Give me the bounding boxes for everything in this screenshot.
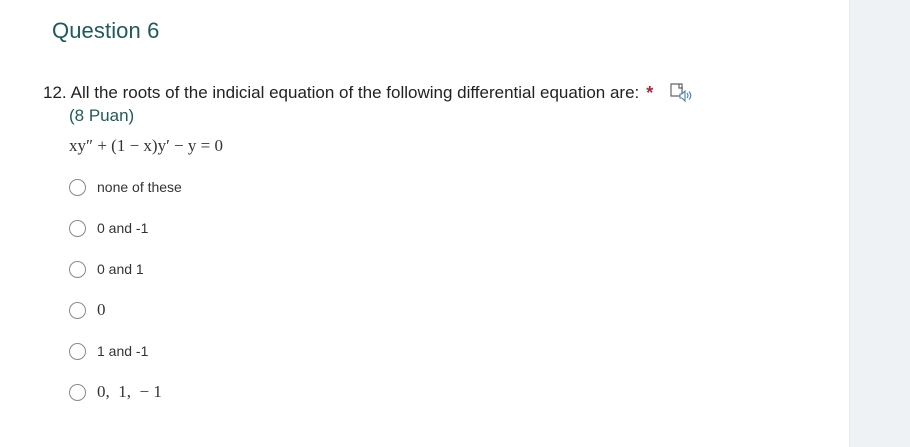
question-text: All the roots of the indicial equation o… [70,83,640,102]
option-label: 0 [97,300,106,319]
option-label: none of these [97,179,182,195]
differential-equation: xy″ + (1 − x)y′ − y = 0 [69,136,223,155]
radio-button[interactable] [69,178,86,196]
radio-button[interactable] [69,219,86,237]
radio-button[interactable] [69,260,86,278]
question-line: 12. All the roots of the indicial equati… [43,82,743,104]
radio-button[interactable] [69,342,86,360]
required-marker: * [646,82,654,103]
option-0-and-minus-1[interactable]: 0 and -1 [69,215,182,241]
section-title: Question 6 [52,18,160,43]
option-label: 0 and 1 [97,261,144,277]
question-points: (8 Puan) [69,106,135,125]
radio-button[interactable] [69,383,86,401]
option-1-and-minus-1[interactable]: 1 and -1 [69,338,182,364]
option-none-of-these[interactable]: none of these [69,174,182,200]
question-block: 12. All the roots of the indicial equati… [43,82,743,126]
radio-button[interactable] [69,301,86,319]
option-label: 0, 1, − 1 [97,382,162,401]
immersive-reader-icon[interactable] [669,82,693,104]
right-side-panel [849,0,910,447]
option-0[interactable]: 0 [69,297,182,323]
answer-options: none of these 0 and -1 0 and 1 0 1 and -… [69,174,182,420]
option-0-1-minus-1[interactable]: 0, 1, − 1 [69,379,182,405]
form-page: Question 6 12. All the roots of the indi… [0,0,910,447]
option-0-and-1[interactable]: 0 and 1 [69,256,182,282]
option-label: 1 and -1 [97,343,149,359]
option-label: 0 and -1 [97,220,149,236]
question-number: 12. [43,83,67,102]
